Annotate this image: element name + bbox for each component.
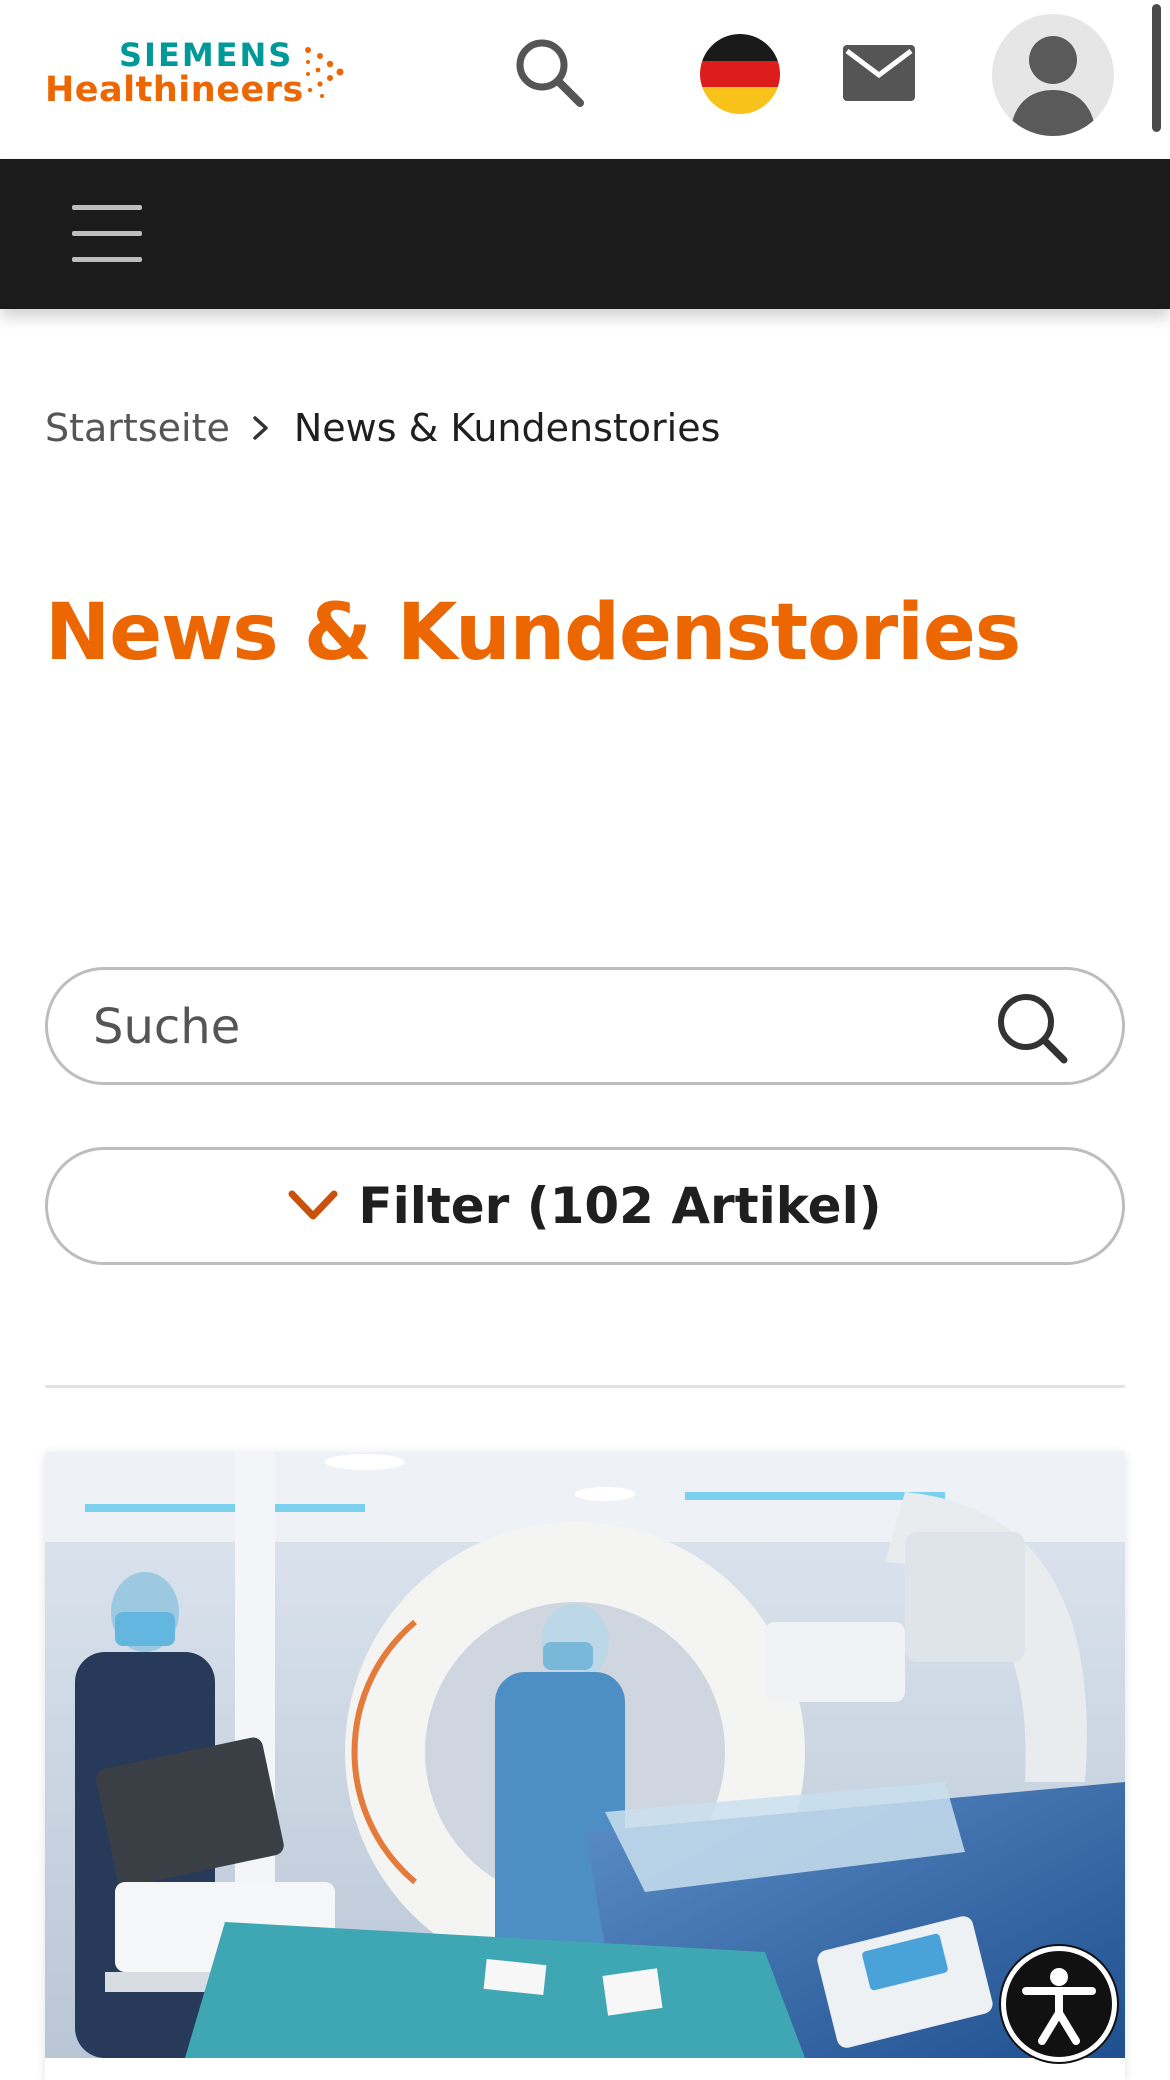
mail-icon[interactable]	[840, 38, 918, 108]
site-header: SIEMENS Healthineers	[0, 0, 1170, 159]
breadcrumb: Startseite News & Kundenstories	[45, 400, 720, 456]
page-title: News & Kundenstories	[45, 588, 1021, 678]
chevron-right-icon	[253, 416, 268, 440]
filter-button[interactable]: Filter (102 Artikel)	[45, 1147, 1125, 1265]
breadcrumb-home-link[interactable]: Startseite	[45, 406, 230, 450]
germany-flag-icon[interactable]	[700, 34, 780, 114]
logo-text-healthineers: Healthineers	[45, 70, 304, 110]
main-navigation-bar	[0, 159, 1170, 309]
breadcrumb-current: News & Kundenstories	[293, 406, 721, 450]
logo-text-siemens: SIEMENS	[119, 36, 294, 74]
divider	[45, 1385, 1125, 1388]
filter-label: Filter (102 Artikel)	[358, 1177, 882, 1235]
search-icon[interactable]	[988, 984, 1078, 1074]
siemens-healthineers-logo[interactable]: SIEMENS Healthineers	[45, 36, 355, 116]
page-scrollbar[interactable]	[1152, 4, 1161, 132]
search-input[interactable]	[93, 990, 973, 1064]
chevron-down-icon	[288, 1190, 338, 1220]
article-search-field	[45, 967, 1125, 1085]
hamburger-menu-icon[interactable]	[72, 205, 142, 263]
article-card[interactable]	[45, 1452, 1125, 2080]
logo-dots-icon	[305, 47, 344, 98]
article-image[interactable]	[45, 1452, 1125, 2058]
accessibility-icon[interactable]	[1001, 1946, 1117, 2062]
user-avatar-icon[interactable]	[992, 14, 1114, 136]
search-icon[interactable]	[505, 28, 595, 118]
